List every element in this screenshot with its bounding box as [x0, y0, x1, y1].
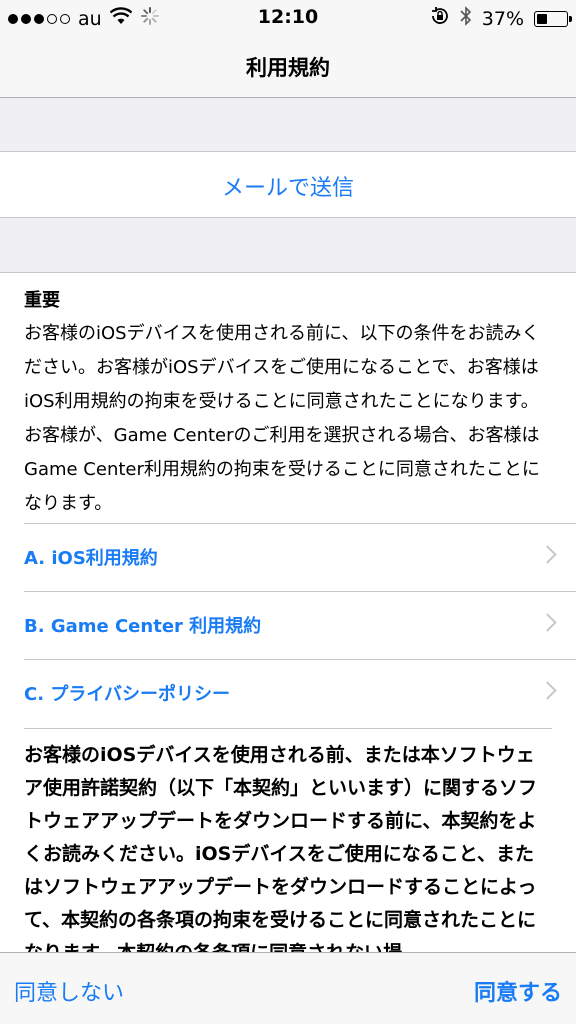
chevron-right-icon — [538, 681, 557, 700]
bluetooth-icon — [460, 6, 472, 31]
status-bar: au 12:10 37% — [0, 0, 576, 40]
send-email-cell[interactable]: メールで送信 — [0, 151, 576, 218]
status-right: 37% — [430, 6, 572, 31]
battery-percent: 37% — [481, 7, 524, 30]
chevron-right-icon — [538, 545, 557, 564]
page-title: 利用規約 — [246, 56, 330, 80]
battery-icon — [534, 10, 572, 27]
terms-content[interactable]: 重要 お客様のiOSデバイスを使用される前に、以下の条件をお読みください。お客様… — [0, 272, 576, 952]
link-label[interactable]: C. プライバシーポリシー — [24, 680, 230, 706]
chevron-right-icon — [538, 613, 557, 632]
terms-links: A. iOS利用規約 B. Game Center 利用規約 C. プライバシー… — [24, 523, 576, 727]
intro-section: 重要 お客様のiOSデバイスを使用される前に、以下の条件をお読みください。お客様… — [0, 273, 576, 521]
disagree-button[interactable]: 同意しない — [14, 975, 124, 1007]
link-game-center-terms[interactable]: B. Game Center 利用規約 — [24, 591, 576, 659]
link-ios-terms[interactable]: A. iOS利用規約 — [24, 523, 576, 591]
intro-heading: 重要 — [24, 290, 60, 311]
link-privacy-policy[interactable]: C. プライバシーポリシー — [24, 659, 576, 727]
navigation-bar: 利用規約 — [0, 40, 576, 98]
bottom-toolbar: 同意しない 同意する — [0, 952, 576, 1024]
intro-body: お客様のiOSデバイスを使用される前に、以下の条件をお読みください。お客様がiO… — [24, 323, 540, 514]
rotation-lock-icon — [430, 6, 450, 31]
license-body-text: お客様のiOSデバイスを使用される前、または本ソフトウェア使用許諾契約（以下「本… — [24, 728, 552, 952]
agree-button[interactable]: 同意する — [474, 975, 562, 1007]
send-email-button[interactable]: メールで送信 — [0, 170, 576, 202]
link-label[interactable]: A. iOS利用規約 — [24, 544, 158, 570]
link-label[interactable]: B. Game Center 利用規約 — [24, 612, 261, 638]
